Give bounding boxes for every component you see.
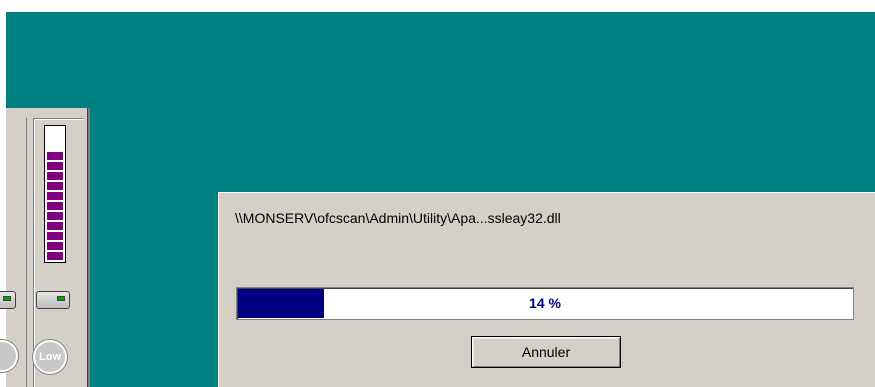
low-priority-icon[interactable]: Low bbox=[33, 340, 67, 374]
progress-percent-label: 14 % bbox=[529, 295, 561, 311]
meter-segment bbox=[47, 242, 63, 250]
meter-segment bbox=[47, 202, 63, 210]
meter-segment bbox=[47, 152, 63, 160]
meter-segment bbox=[47, 252, 63, 260]
progress-bar: 14 % bbox=[236, 287, 854, 320]
meter-segment bbox=[47, 172, 63, 180]
file-path-label: \\MONSERV\ofcscan\Admin\Utility\Apa...ss… bbox=[235, 210, 561, 226]
cancel-button[interactable]: Annuler bbox=[471, 336, 621, 368]
meter-segment bbox=[47, 182, 63, 190]
progress-dialog: \\MONSERV\ofcscan\Admin\Utility\Apa...ss… bbox=[218, 192, 875, 387]
usage-meter bbox=[44, 125, 66, 263]
meter-segment bbox=[47, 232, 63, 240]
meter-segment bbox=[47, 222, 63, 230]
meter-segment bbox=[47, 162, 63, 170]
meter-segment bbox=[47, 192, 63, 200]
drive-icon[interactable] bbox=[0, 291, 16, 309]
drive-icon[interactable] bbox=[36, 291, 70, 309]
screen: Low \\MONSERV\ofcscan\Admin\Utility\Apa.… bbox=[0, 0, 875, 387]
meter-segment bbox=[47, 212, 63, 220]
